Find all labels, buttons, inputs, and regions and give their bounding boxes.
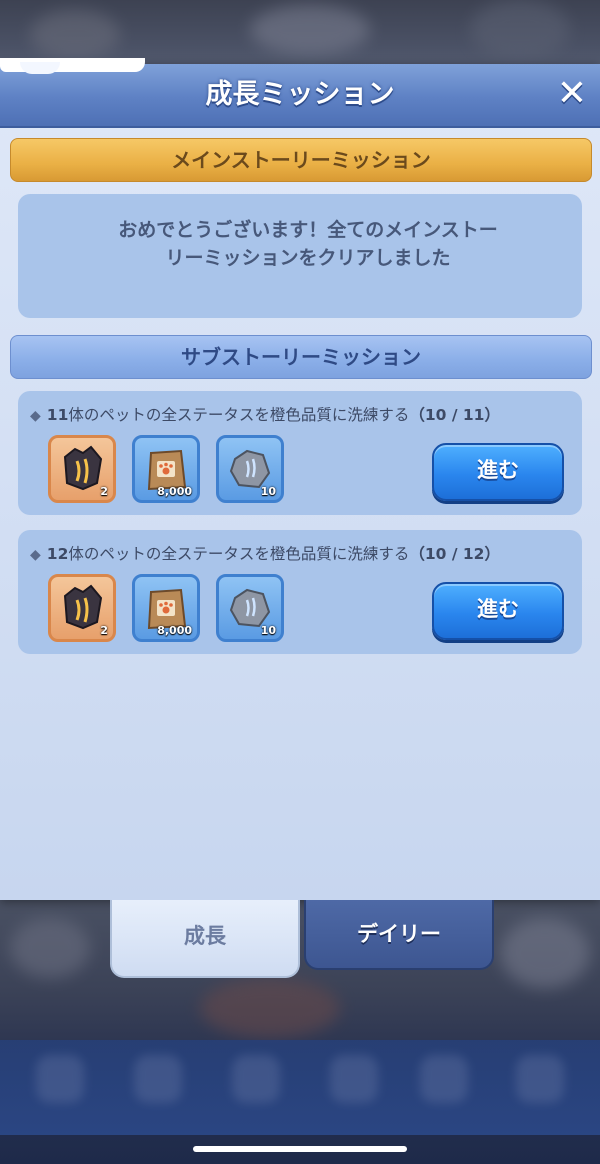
reward-item[interactable]: 2	[48, 574, 116, 642]
growth-mission-panel: 成長ミッション ✕ メインストーリーミッション おめでとうございます！全てのメイ…	[0, 58, 600, 900]
main-story-complete-message: おめでとうございます！全てのメインストーリーミッションをクリアしました	[118, 219, 498, 269]
reward-item[interactable]: 2	[48, 435, 116, 503]
reward-quantity: 8,000	[157, 624, 192, 637]
mission-text: 体のペットの全ステータスを橙色品質に洗練する	[68, 406, 410, 424]
mission-card: ◆ 12体のペットの全ステータスを橙色品質に洗練する（10 / 12） 2 8,0…	[18, 530, 582, 654]
mission-count: 12	[46, 545, 69, 563]
sub-story-section-title: サブストーリーミッション	[10, 335, 592, 379]
nav-ghost-icon	[420, 1055, 468, 1103]
nav-ghost-icon	[232, 1055, 280, 1103]
reward-item[interactable]: 10	[216, 435, 284, 503]
mission-progress: （10 / 12）	[409, 545, 500, 563]
reward-item[interactable]: 8,000	[132, 574, 200, 642]
diamond-bullet-icon: ◆	[30, 547, 41, 563]
mission-text: 体のペットの全ステータスを橙色品質に洗練する	[68, 545, 410, 563]
mission-count: 11	[46, 406, 69, 424]
reward-item[interactable]: 10	[216, 574, 284, 642]
bottom-navigation-blurred	[0, 1040, 600, 1135]
go-button[interactable]: 進む	[432, 443, 564, 501]
reward-quantity: 10	[260, 624, 276, 637]
home-indicator[interactable]	[193, 1146, 407, 1152]
tab-daily[interactable]: デイリー	[304, 900, 494, 970]
diamond-bullet-icon: ◆	[30, 408, 41, 424]
mission-progress: （10 / 11）	[409, 406, 500, 424]
panel-title: 成長ミッション	[205, 79, 395, 110]
reward-quantity: 2	[100, 485, 108, 498]
panel-header: 成長ミッション ✕	[0, 58, 600, 128]
mission-card: ◆ 11体のペットの全ステータスを橙色品質に洗練する（10 / 11） 2 8,0…	[18, 391, 582, 515]
reward-item[interactable]: 8,000	[132, 435, 200, 503]
close-icon[interactable]: ✕	[552, 74, 592, 114]
tab-growth[interactable]: 成長	[110, 900, 300, 978]
nav-ghost-icon	[134, 1055, 182, 1103]
reward-quantity: 8,000	[157, 485, 192, 498]
reward-quantity: 2	[100, 624, 108, 637]
nav-ghost-icon	[330, 1055, 378, 1103]
nav-ghost-icon	[36, 1055, 84, 1103]
go-button[interactable]: 進む	[432, 582, 564, 640]
main-story-section-title: メインストーリーミッション	[10, 138, 592, 182]
nav-ghost-icon	[516, 1055, 564, 1103]
mission-title: ◆ 11体のペットの全ステータスを橙色品質に洗練する（10 / 11）	[30, 403, 570, 425]
mission-title: ◆ 12体のペットの全ステータスを橙色品質に洗練する（10 / 12）	[30, 542, 570, 564]
reward-quantity: 10	[260, 485, 276, 498]
main-story-complete-box: おめでとうございます！全てのメインストーリーミッションをクリアしました	[18, 194, 582, 318]
